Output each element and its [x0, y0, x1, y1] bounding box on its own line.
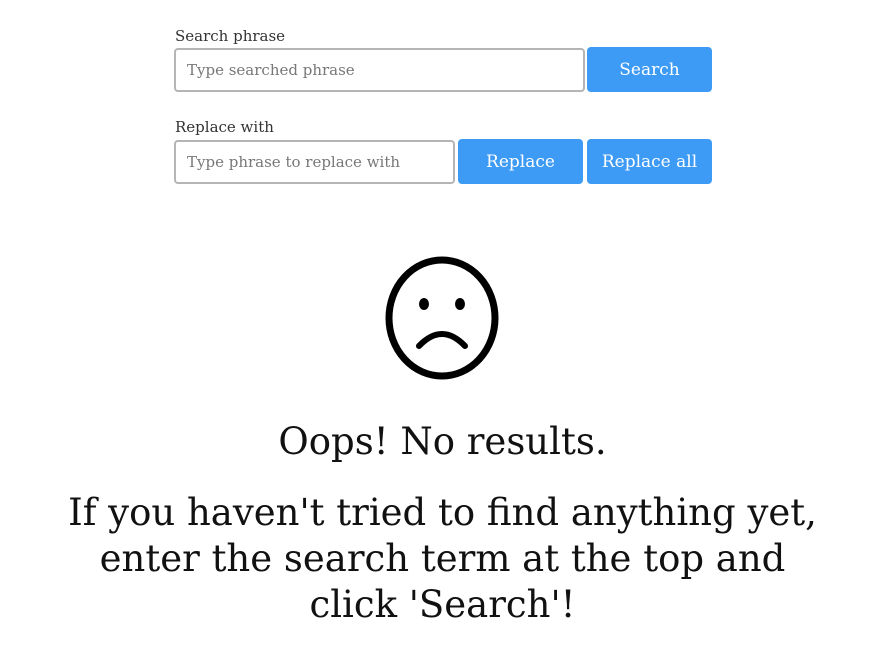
- replace-button[interactable]: Replace: [458, 139, 583, 184]
- empty-state-message: If you haven't tried to find anything ye…: [68, 491, 817, 626]
- sad-face-icon: [385, 256, 499, 380]
- replace-with-label: Replace with: [175, 118, 274, 136]
- search-phrase-label: Search phrase: [175, 27, 286, 45]
- empty-state-title: Oops! No results.: [278, 420, 607, 463]
- search-input[interactable]: [174, 48, 585, 92]
- replace-input[interactable]: [174, 140, 455, 184]
- replace-all-button[interactable]: Replace all: [587, 139, 712, 184]
- search-button[interactable]: Search: [587, 47, 712, 92]
